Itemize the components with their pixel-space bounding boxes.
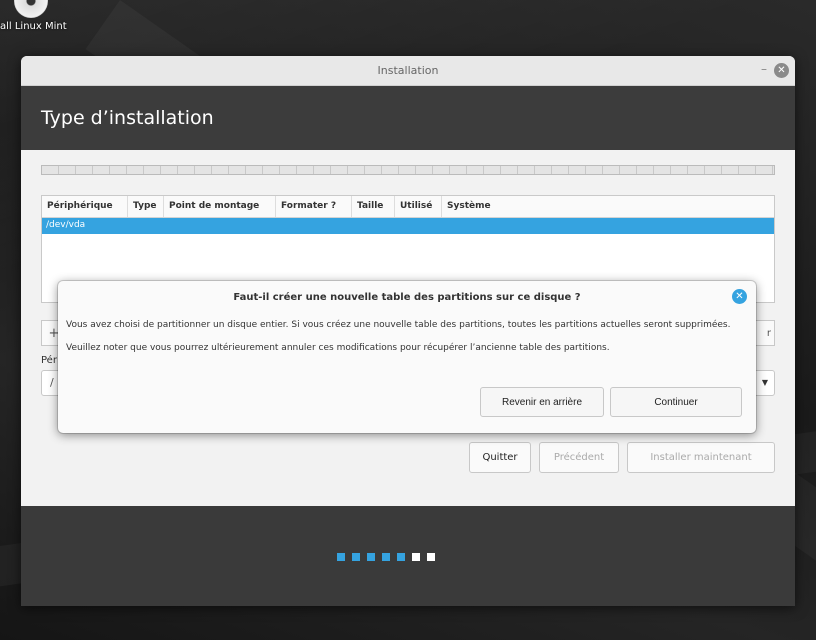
continue-button[interactable]: Continuer [610,387,742,417]
dialog-note: Veuillez noter que vous pourrez ultérieu… [66,343,610,353]
column-header-used[interactable]: Utilisé [395,196,442,217]
minimize-button[interactable]: – [761,62,767,76]
new-partition-table-dialog: Faut-il créer une nouvelle table des par… [58,281,756,433]
progress-dot-pending [427,553,435,561]
quit-button[interactable]: Quitter [469,442,531,473]
previous-button[interactable]: Précédent [539,442,619,473]
desktop-icon-label: all Linux Mint [0,21,67,32]
chevron-down-icon: ▼ [761,378,768,387]
progress-dot-completed [367,553,375,561]
progress-dot-pending [412,553,420,561]
column-header-format[interactable]: Formater ? [276,196,352,217]
disc-icon [14,0,48,18]
go-back-button[interactable]: Revenir en arrière [480,387,604,417]
window-titlebar[interactable]: Installation – ✕ [21,56,795,86]
dialog-buttons: Revenir en arrière Continuer [480,387,742,417]
close-icon: ✕ [735,290,744,302]
nav-buttons: Quitter Précédent Installer maintenant [469,442,775,473]
dialog-titlebar[interactable]: Faut-il créer une nouvelle table des par… [58,281,756,313]
column-header-mountpoint[interactable]: Point de montage [164,196,276,217]
table-header: Périphérique Type Point de montage Forma… [42,196,774,218]
install-now-button[interactable]: Installer maintenant [627,442,775,473]
progress-dot-completed [382,553,390,561]
column-header-size[interactable]: Taille [352,196,395,217]
progress-dots [337,553,435,561]
close-icon: ✕ [777,64,786,76]
dialog-title: Faut-il créer une nouvelle table des par… [233,291,581,303]
partition-bar [41,165,775,175]
window-title: Installation [377,64,439,77]
column-header-system[interactable]: Système [442,196,496,217]
progress-dot-completed [352,553,360,561]
progress-dot-completed [397,553,405,561]
page-title: Type d’installation [41,107,214,129]
bootloader-label: Pér [41,355,57,366]
progress-dot-completed [337,553,345,561]
column-header-type[interactable]: Type [128,196,164,217]
table-row[interactable]: /dev/vda [42,218,774,234]
column-header-device[interactable]: Périphérique [42,196,128,217]
revert-label: r [766,327,771,339]
desktop-install-icon[interactable]: all Linux Mint [0,0,90,40]
dialog-body: Vous avez choisi de partitionner un disq… [58,313,756,354]
page-header: Type d’installation [21,86,795,150]
window-close-button[interactable]: ✕ [774,63,789,78]
dialog-close-button[interactable]: ✕ [732,289,747,304]
bootloader-value: / [50,376,54,389]
dialog-message: Vous avez choisi de partitionner un disq… [66,320,731,330]
progress-footer [21,506,795,606]
